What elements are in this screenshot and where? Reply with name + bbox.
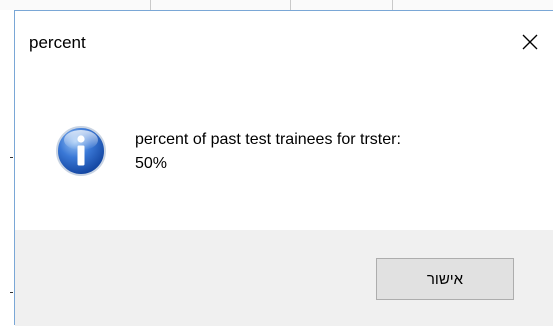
dialog-content: percent of past test trainees for trster… — [15, 73, 553, 230]
dialog-footer: אישור — [15, 230, 553, 326]
message-value: 50% — [135, 155, 168, 172]
dialog-message: percent of past test trainees for trster… — [135, 128, 401, 176]
background-divider — [150, 0, 151, 10]
ok-button[interactable]: אישור — [376, 258, 514, 300]
background-mark — [10, 157, 13, 158]
message-line: percent of past test trainees for trster… — [135, 131, 401, 148]
background-top-strip — [0, 0, 553, 10]
close-button[interactable] — [513, 25, 547, 59]
background-divider — [392, 0, 393, 10]
dialog-title: percent — [29, 33, 86, 52]
close-icon — [522, 34, 538, 50]
message-dialog: percent percent of past test trainees fo… — [14, 10, 553, 326]
info-icon — [56, 126, 106, 176]
dialog-titlebar[interactable]: percent — [15, 11, 553, 73]
background-divider — [290, 0, 291, 10]
background-mark — [10, 292, 13, 293]
